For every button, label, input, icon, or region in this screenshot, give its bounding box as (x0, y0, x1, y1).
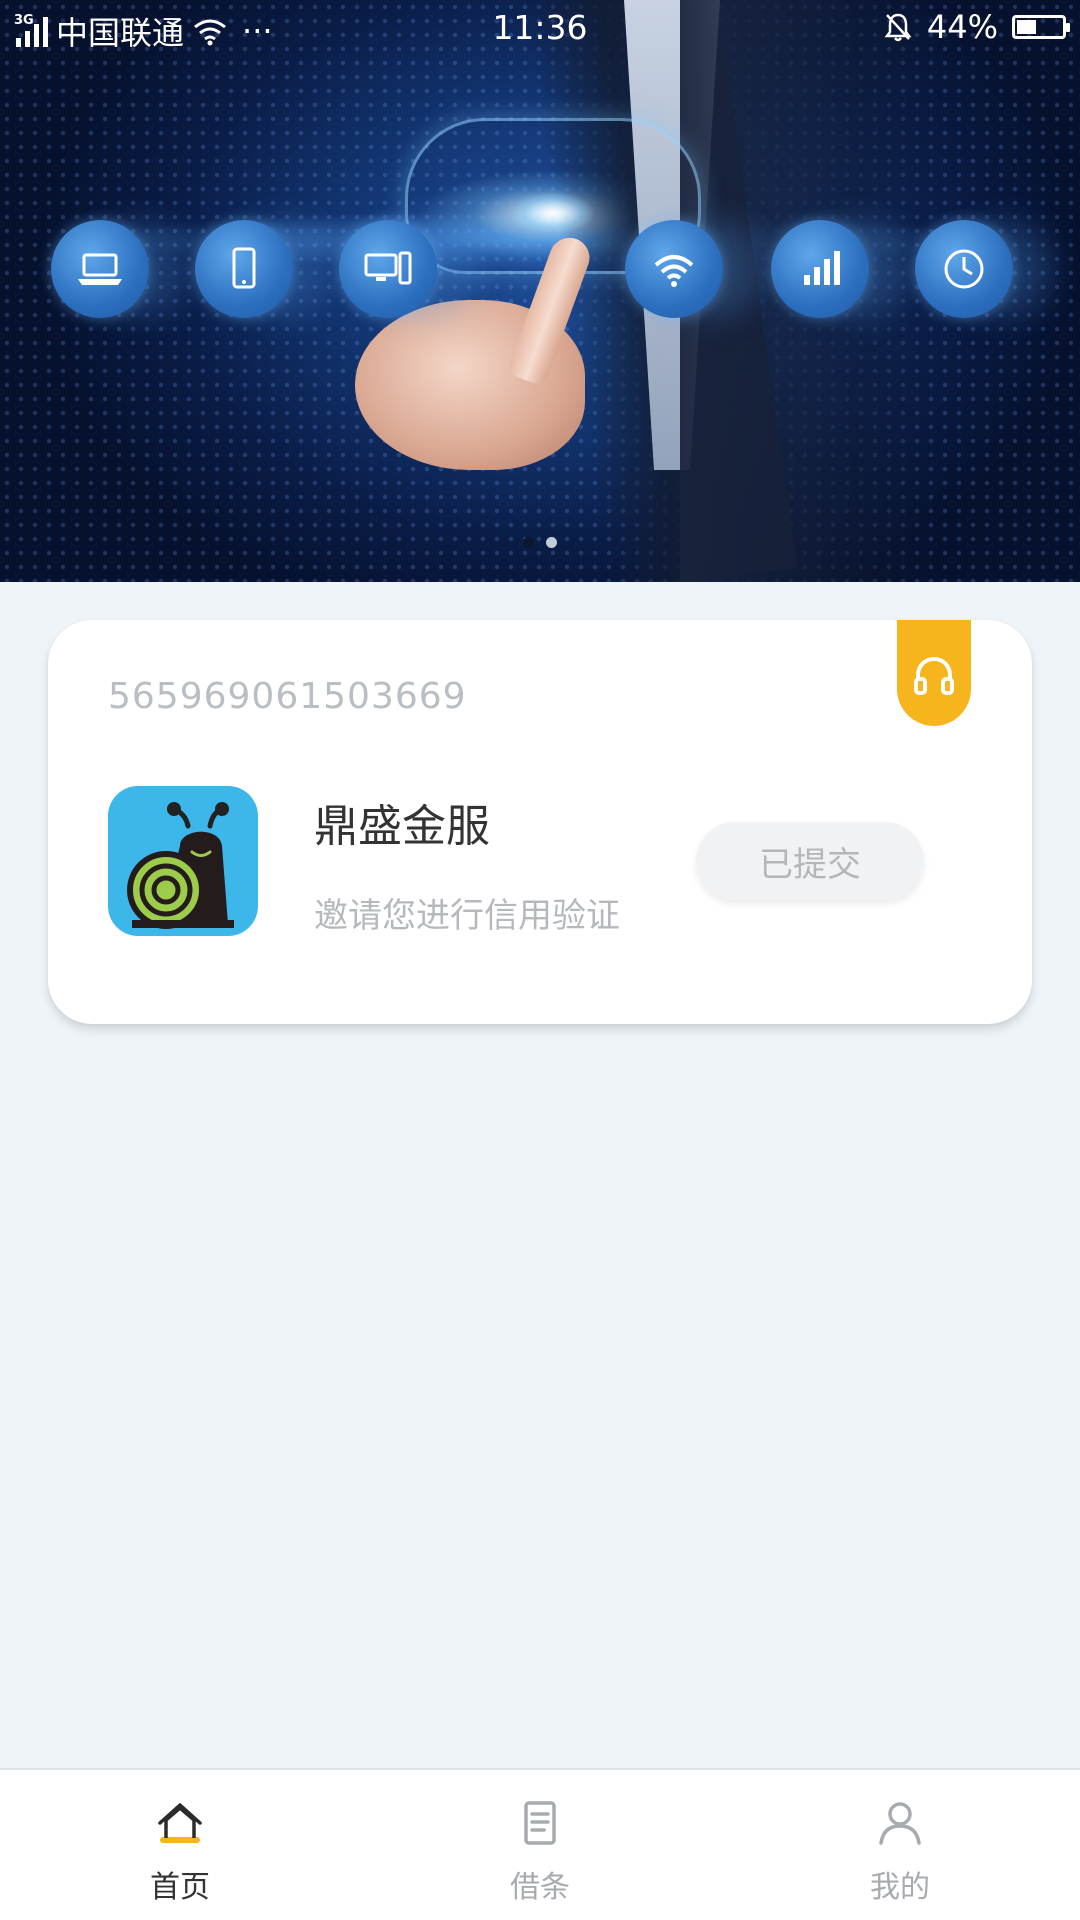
invitation-text: 邀请您进行信用验证 (314, 896, 620, 936)
tab-mine-label: 我的 (870, 1870, 930, 1905)
order-id: 565969061503669 (108, 676, 467, 717)
signal-bars-icon (771, 220, 869, 318)
tab-home[interactable]: 首页 (0, 1770, 360, 1920)
pager-dot-active[interactable] (523, 537, 534, 548)
credit-verification-card[interactable]: 565969061503669 鼎盛金服 邀请您进行信用验证 已提交 (48, 620, 1032, 1024)
bell-muted-icon (884, 13, 912, 42)
submitted-status-button[interactable]: 已提交 (696, 822, 924, 900)
laptop-icon (51, 220, 149, 318)
desktop-icon (339, 220, 437, 318)
clock-icon (915, 220, 1013, 318)
battery-icon (1012, 15, 1070, 39)
status-bar: 3G 中国联通 ··· 11:36 44% (0, 0, 1080, 56)
bottom-navigation: 首页 借条 我的 (0, 1768, 1080, 1920)
tab-iou-label: 借条 (510, 1870, 570, 1905)
tab-home-label: 首页 (150, 1870, 210, 1905)
headset-icon (914, 656, 954, 695)
app-name: 鼎盛金服 (314, 801, 490, 852)
document-icon (524, 1801, 556, 1845)
customer-service-button[interactable] (897, 620, 971, 726)
wifi-icon (625, 220, 723, 318)
tab-iou[interactable]: 借条 (360, 1770, 720, 1920)
snail-icon (108, 786, 258, 936)
phone-icon (195, 220, 293, 318)
banner-glow (513, 193, 593, 233)
pager-dot[interactable] (546, 537, 557, 548)
battery-percent: 44% (926, 8, 998, 46)
tab-mine[interactable]: 我的 (720, 1770, 1080, 1920)
banner-pager[interactable] (0, 537, 1080, 548)
home-icon (158, 1803, 202, 1843)
user-icon (879, 1802, 921, 1845)
promo-banner[interactable] (0, 0, 1080, 582)
